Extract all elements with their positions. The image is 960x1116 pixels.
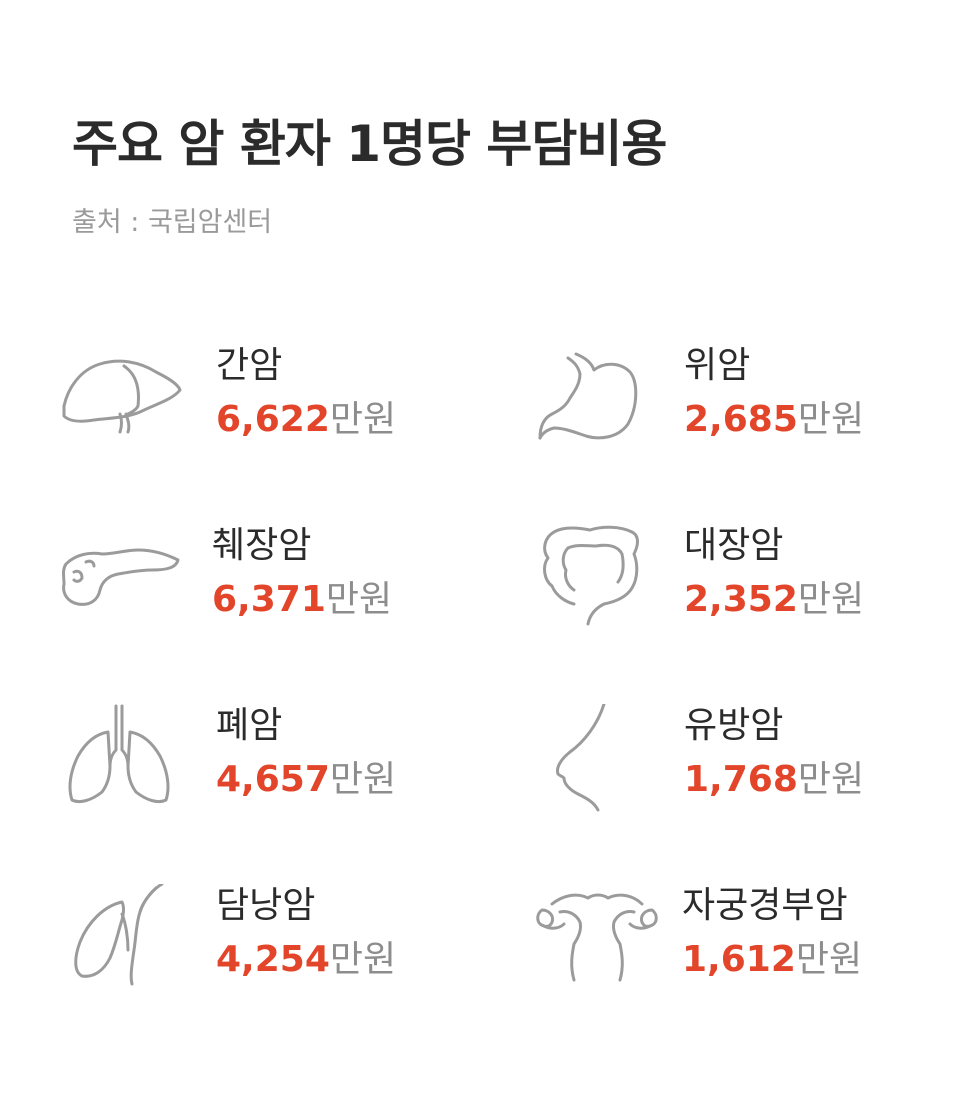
cost-amount: 4,254 [216, 939, 330, 980]
cancer-name: 위암 [684, 345, 751, 386]
cancer-cost: 1,612만원 [682, 938, 862, 982]
cancer-item-colon: 대장암 2,352만원 [534, 524, 954, 664]
lungs-icon [60, 704, 190, 834]
liver-icon [60, 344, 190, 474]
cancer-name: 대장암 [684, 525, 784, 566]
cancer-name: 유방암 [684, 705, 784, 746]
stomach-icon [534, 344, 664, 474]
cancer-cost: 6,622만원 [216, 398, 396, 442]
cost-unit: 만원 [329, 759, 397, 800]
cancer-cost: 6,371만원 [212, 578, 392, 622]
cost-unit: 만원 [797, 579, 865, 620]
pancreas-icon [56, 524, 186, 654]
cancer-item-stomach: 위암 2,685만원 [534, 344, 954, 484]
cost-amount: 6,622 [216, 399, 330, 440]
source-caption: 출처 : 국립암센터 [72, 207, 273, 238]
cancer-cost: 4,254만원 [216, 938, 396, 982]
cancer-item-breast: 유방암 1,768만원 [534, 704, 954, 844]
uterus-icon [532, 884, 662, 1014]
cancer-name: 자궁경부암 [682, 885, 848, 926]
cancer-name: 담낭암 [216, 885, 316, 926]
cancer-cost: 2,352만원 [684, 578, 864, 622]
cost-unit: 만원 [329, 939, 397, 980]
cost-unit: 만원 [797, 399, 865, 440]
cancer-item-gallbladder: 담낭암 4,254만원 [60, 884, 480, 1024]
cost-amount: 2,685 [684, 399, 798, 440]
cancer-name: 간암 [216, 345, 283, 386]
page-title: 주요 암 환자 1명당 부담비용 [72, 115, 667, 173]
cost-amount: 6,371 [212, 579, 326, 620]
cost-unit: 만원 [795, 939, 863, 980]
cost-amount: 2,352 [684, 579, 798, 620]
cancer-item-pancreas: 췌장암 6,371만원 [56, 524, 476, 664]
cost-unit: 만원 [325, 579, 393, 620]
cancer-cost: 1,768만원 [684, 758, 864, 802]
cancer-item-uterus: 자궁경부암 1,612만원 [532, 884, 952, 1024]
cancer-name: 췌장암 [212, 525, 312, 566]
cost-amount: 4,657 [216, 759, 330, 800]
gallbladder-icon [60, 884, 190, 1014]
cancer-item-liver: 간암 6,622만원 [60, 344, 480, 484]
cost-unit: 만원 [797, 759, 865, 800]
cancer-name: 폐암 [216, 705, 283, 746]
cancer-item-lungs: 폐암 4,657만원 [60, 704, 480, 844]
cost-unit: 만원 [329, 399, 397, 440]
breast-icon [534, 704, 664, 834]
cancer-cost: 4,657만원 [216, 758, 396, 802]
cancer-cost: 2,685만원 [684, 398, 864, 442]
colon-icon [534, 524, 664, 654]
cost-amount: 1,768 [684, 759, 798, 800]
cost-amount: 1,612 [682, 939, 796, 980]
